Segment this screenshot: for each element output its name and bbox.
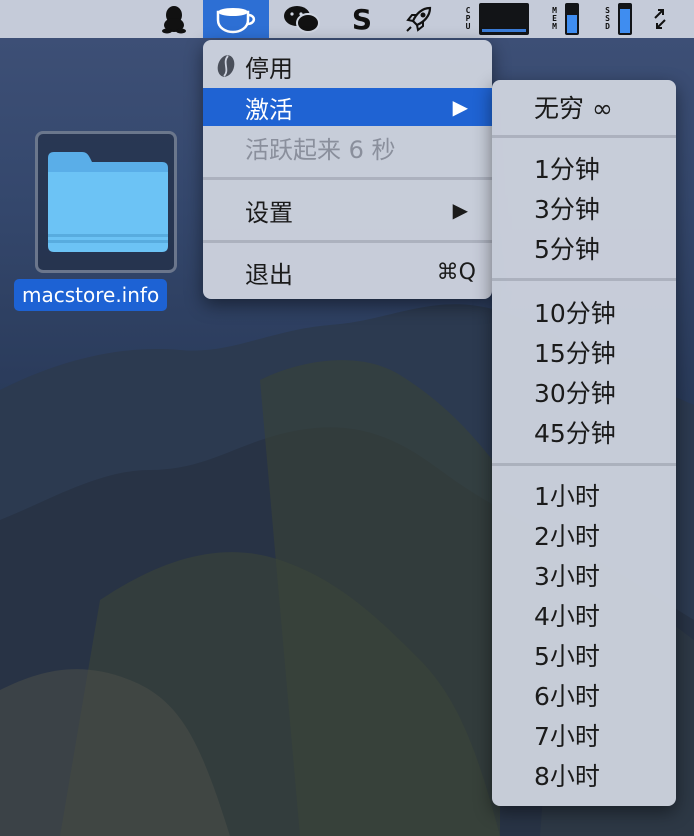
menu-item-label: 活跃起来 6 秒 (245, 135, 396, 164)
menu-item-quit[interactable]: 退出 ⌘Q (203, 253, 492, 291)
file-name-label[interactable]: macstore.info (14, 279, 168, 311)
menu-bar: S CPU MEM SSD (0, 0, 694, 38)
qq-icon[interactable] (152, 0, 196, 38)
app-dropdown-menu: 停用 激活 ▶ 活跃起来 6 秒 设置 ▶ 退出 ⌘Q (203, 40, 492, 299)
ssd-bar (617, 3, 632, 35)
wechat-icon[interactable] (278, 0, 326, 38)
submenu-item-45min[interactable]: 45分钟 (534, 413, 616, 451)
coffee-cup-icon[interactable] (203, 0, 269, 38)
menu-item-label: 激活 (245, 95, 293, 124)
submenu-arrow-icon: ▶ (452, 95, 468, 119)
folder-selection-box[interactable] (35, 131, 177, 273)
menu-item-active-countdown: 活跃起来 6 秒 (203, 128, 492, 166)
submenu-item-5hr[interactable]: 5小时 (534, 636, 600, 674)
submenu-item-10min[interactable]: 10分钟 (534, 293, 616, 331)
coffee-bean-icon (215, 54, 237, 78)
submenu-item-infinite[interactable]: 无穷 ∞ (534, 88, 613, 126)
submenu-item-2hr[interactable]: 2小时 (534, 516, 600, 554)
s-app-icon[interactable]: S (342, 0, 382, 38)
menu-item-label: 停用 (245, 54, 293, 83)
submenu-item-30min[interactable]: 30分钟 (534, 373, 616, 411)
mem-label: MEM (552, 6, 557, 31)
menu-separator (492, 135, 676, 138)
menu-item-activate[interactable]: 激活 ▶ (203, 88, 492, 126)
submenu-item-4hr[interactable]: 4小时 (534, 596, 600, 634)
ssd-meter[interactable]: SSD (594, 0, 640, 38)
cpu-label: CPU (465, 6, 471, 31)
quit-shortcut: ⌘Q (436, 259, 476, 285)
submenu-item-3hr[interactable]: 3小时 (534, 556, 600, 594)
resize-arrows-icon[interactable] (646, 0, 674, 38)
menu-item-label: 退出 (245, 260, 293, 289)
menu-item-label: 设置 (245, 198, 293, 227)
mem-meter[interactable]: MEM (541, 0, 587, 38)
menu-item-settings[interactable]: 设置 ▶ (203, 191, 492, 229)
menu-item-disable[interactable]: 停用 (203, 47, 492, 85)
submenu-item-8hr[interactable]: 8小时 (534, 756, 600, 794)
menu-separator (492, 278, 676, 281)
cpu-graph (479, 3, 529, 35)
submenu-arrow-icon: ▶ (452, 198, 468, 222)
submenu-item-15min[interactable]: 15分钟 (534, 333, 616, 371)
ssd-label: SSD (605, 6, 610, 31)
mem-bar (564, 3, 579, 35)
cpu-meter[interactable]: CPU (456, 0, 536, 38)
rocket-icon[interactable] (398, 0, 440, 38)
submenu-item-1hr[interactable]: 1小时 (534, 476, 600, 514)
submenu-item-3min[interactable]: 3分钟 (534, 189, 600, 227)
folder-icon (48, 152, 168, 252)
submenu-item-5min[interactable]: 5分钟 (534, 229, 600, 267)
submenu-item-6hr[interactable]: 6小时 (534, 676, 600, 714)
submenu-item-7hr[interactable]: 7小时 (534, 716, 600, 754)
activate-submenu: 无穷 ∞ 1分钟 3分钟 5分钟 10分钟 15分钟 30分钟 45分钟 1小时… (492, 80, 676, 806)
submenu-item-1min[interactable]: 1分钟 (534, 149, 600, 187)
menu-separator (203, 240, 492, 243)
menu-separator (203, 177, 492, 180)
menu-separator (492, 463, 676, 466)
